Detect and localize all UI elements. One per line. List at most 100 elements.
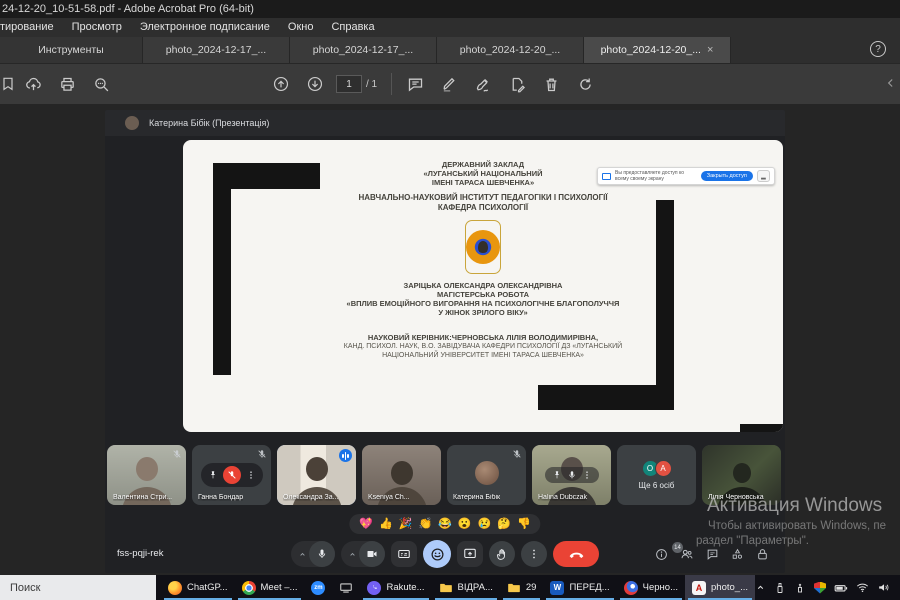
- usb-device-icon[interactable]: [774, 582, 786, 594]
- taskbar-app-label: photo_...: [711, 582, 748, 593]
- participant-tile-halina[interactable]: Halina Dubczak: [532, 445, 611, 505]
- reaction-thinking[interactable]: 🤔: [497, 518, 511, 530]
- camera-button[interactable]: [359, 541, 385, 567]
- pdf-page-meet-screenshot: Катерина Бібік (Презентація) ДЕРЖАВНИЙ З…: [105, 110, 785, 573]
- taskbar-app-folder-29[interactable]: 29: [500, 575, 544, 600]
- battery-icon[interactable]: [834, 581, 848, 595]
- menu-edit[interactable]: тирование: [0, 21, 63, 33]
- tab-doc-1[interactable]: photo_2024-12-17_...: [143, 37, 290, 63]
- stop-sharing-button[interactable]: Закрыть доступ: [701, 171, 753, 181]
- pin-icon[interactable]: [552, 470, 562, 480]
- search-icon[interactable]: [84, 69, 118, 99]
- taskbar-app-zoom[interactable]: zm: [304, 575, 332, 600]
- taskbar-app-cast[interactable]: [332, 575, 360, 600]
- acrobat-icon: A: [692, 581, 706, 595]
- reactions-button-active[interactable]: [423, 540, 451, 568]
- volume-icon[interactable]: [877, 581, 890, 594]
- reaction-clap[interactable]: 👏: [418, 518, 432, 530]
- notice-minimize-button[interactable]: ▂: [757, 170, 770, 182]
- info-icon[interactable]: [655, 548, 668, 561]
- menu-esign[interactable]: Электронное подписание: [131, 21, 279, 33]
- menu-window[interactable]: Окно: [279, 21, 323, 33]
- slide-line: МАГІСТЕРСЬКА РОБОТА: [183, 290, 783, 299]
- taskbar-app-firefox[interactable]: ChatGP...: [161, 575, 235, 600]
- taskbar-app-acrobat-active[interactable]: A photo_...: [685, 575, 755, 600]
- taskbar-app-label: Черно...: [643, 582, 678, 593]
- mic-muted-button[interactable]: [223, 466, 241, 484]
- chat-icon[interactable]: [706, 548, 719, 561]
- mic-button[interactable]: [309, 541, 335, 567]
- tray-chevron-up-icon[interactable]: [755, 582, 766, 593]
- pin-icon[interactable]: [208, 470, 218, 480]
- camera-options-chevron-icon[interactable]: [346, 550, 359, 559]
- participant-tile-kseniya[interactable]: Kseniya Ch...: [362, 445, 441, 505]
- taskbar-app-browser-cherno[interactable]: Черно...: [617, 575, 685, 600]
- taskbar-app-label: 29: [526, 582, 537, 593]
- rotate-icon[interactable]: [568, 69, 602, 99]
- menu-view[interactable]: Просмотр: [63, 21, 131, 33]
- taskbar-app-label: ПЕРЕД...: [569, 582, 609, 593]
- menubar: тирование Просмотр Электронное подписани…: [0, 18, 900, 36]
- delete-pages-icon[interactable]: [534, 69, 568, 99]
- participant-tile-liliia[interactable]: Лілія Черновська: [702, 445, 781, 505]
- toolbar-overflow-icon[interactable]: [884, 76, 898, 90]
- end-call-button[interactable]: [553, 541, 599, 567]
- reaction-tada[interactable]: 🎉: [399, 518, 413, 530]
- tab-tools[interactable]: Инструменты: [0, 37, 143, 63]
- taskbar-search-input[interactable]: Поиск: [0, 575, 156, 600]
- taskbar-app-chrome-meet[interactable]: Meet –...: [235, 575, 305, 600]
- meeting-code: fss-pqji-rek: [117, 548, 163, 559]
- tab-doc-3[interactable]: photo_2024-12-20_...: [437, 37, 584, 63]
- raise-hand-button[interactable]: [489, 541, 515, 567]
- slide-line: У ЖІНОК ЗРІЛОГО ВІКУ»: [183, 308, 783, 317]
- taskbar-app-folder-vidra[interactable]: ВІДРА...: [432, 575, 500, 600]
- host-controls-lock-icon[interactable]: [756, 548, 769, 561]
- reaction-cry[interactable]: 😢: [478, 518, 492, 530]
- menu-help[interactable]: Справка: [322, 21, 383, 33]
- zoom-app-icon: zm: [311, 581, 325, 595]
- reaction-thumbs-up[interactable]: 👍: [379, 518, 393, 530]
- meet-panel-icons: 14: [655, 547, 769, 561]
- more-options-icon[interactable]: [582, 470, 592, 480]
- participant-tile-valentyna[interactable]: Валентина Стри...: [107, 445, 186, 505]
- previous-page-icon[interactable]: [264, 69, 298, 99]
- people-icon[interactable]: 14: [680, 547, 694, 561]
- reaction-heart[interactable]: 💖: [359, 518, 373, 530]
- taskbar-app-viber[interactable]: Rakute...: [360, 575, 431, 600]
- mic-options-chevron-icon[interactable]: [296, 550, 309, 559]
- highlight-icon[interactable]: [432, 69, 466, 99]
- more-options-button[interactable]: [521, 541, 547, 567]
- bookmark-icon[interactable]: [0, 69, 16, 99]
- participant-tile-kateryna[interactable]: Катерина Бібік: [447, 445, 526, 505]
- comment-icon[interactable]: [398, 69, 432, 99]
- cloud-upload-icon[interactable]: [16, 69, 50, 99]
- reactions-bar: 💖 👍 🎉 👏 😂 😮 😢 🤔 👎: [349, 514, 540, 534]
- document-area[interactable]: Катерина Бібік (Презентація) ДЕРЖАВНИЙ З…: [0, 104, 900, 575]
- reaction-thumbs-down[interactable]: 👎: [517, 518, 531, 530]
- more-options-icon[interactable]: [246, 470, 256, 480]
- activities-icon[interactable]: [731, 548, 744, 561]
- participant-tile-oleksandra-speaking[interactable]: Олександра За...: [277, 445, 356, 505]
- help-icon[interactable]: ?: [870, 41, 886, 57]
- more-participants-tile[interactable]: O A Ще 6 осіб: [617, 445, 696, 505]
- reaction-surprised[interactable]: 😮: [458, 518, 472, 530]
- defender-shield-icon[interactable]: ×: [814, 582, 826, 594]
- captions-button[interactable]: [391, 541, 417, 567]
- sign-pen-icon[interactable]: [466, 69, 500, 99]
- fill-sign-icon[interactable]: [500, 69, 534, 99]
- tab-doc-2[interactable]: photo_2024-12-17_...: [290, 37, 437, 63]
- mic-icon[interactable]: [567, 470, 577, 480]
- usb-drive-icon[interactable]: [794, 582, 806, 594]
- print-icon[interactable]: [50, 69, 84, 99]
- reaction-joy[interactable]: 😂: [438, 518, 452, 530]
- participant-tile-hanna[interactable]: Ганна Бондар: [192, 445, 271, 505]
- slide-line: НАЦІОНАЛЬНИЙ УНІВЕРСИТЕТ ІМЕНІ ТАРАСА ШЕ…: [183, 351, 783, 360]
- taskbar-app-word[interactable]: W ПЕРЕД...: [543, 575, 616, 600]
- page-number-input[interactable]: 1: [336, 75, 362, 93]
- tab-doc-4-active[interactable]: photo_2024-12-20_... ×: [584, 37, 731, 63]
- wifi-icon[interactable]: [856, 581, 869, 594]
- next-page-icon[interactable]: [298, 69, 332, 99]
- tab-close-icon[interactable]: ×: [707, 44, 713, 56]
- present-screen-button[interactable]: [457, 541, 483, 567]
- camera-control: [341, 541, 385, 567]
